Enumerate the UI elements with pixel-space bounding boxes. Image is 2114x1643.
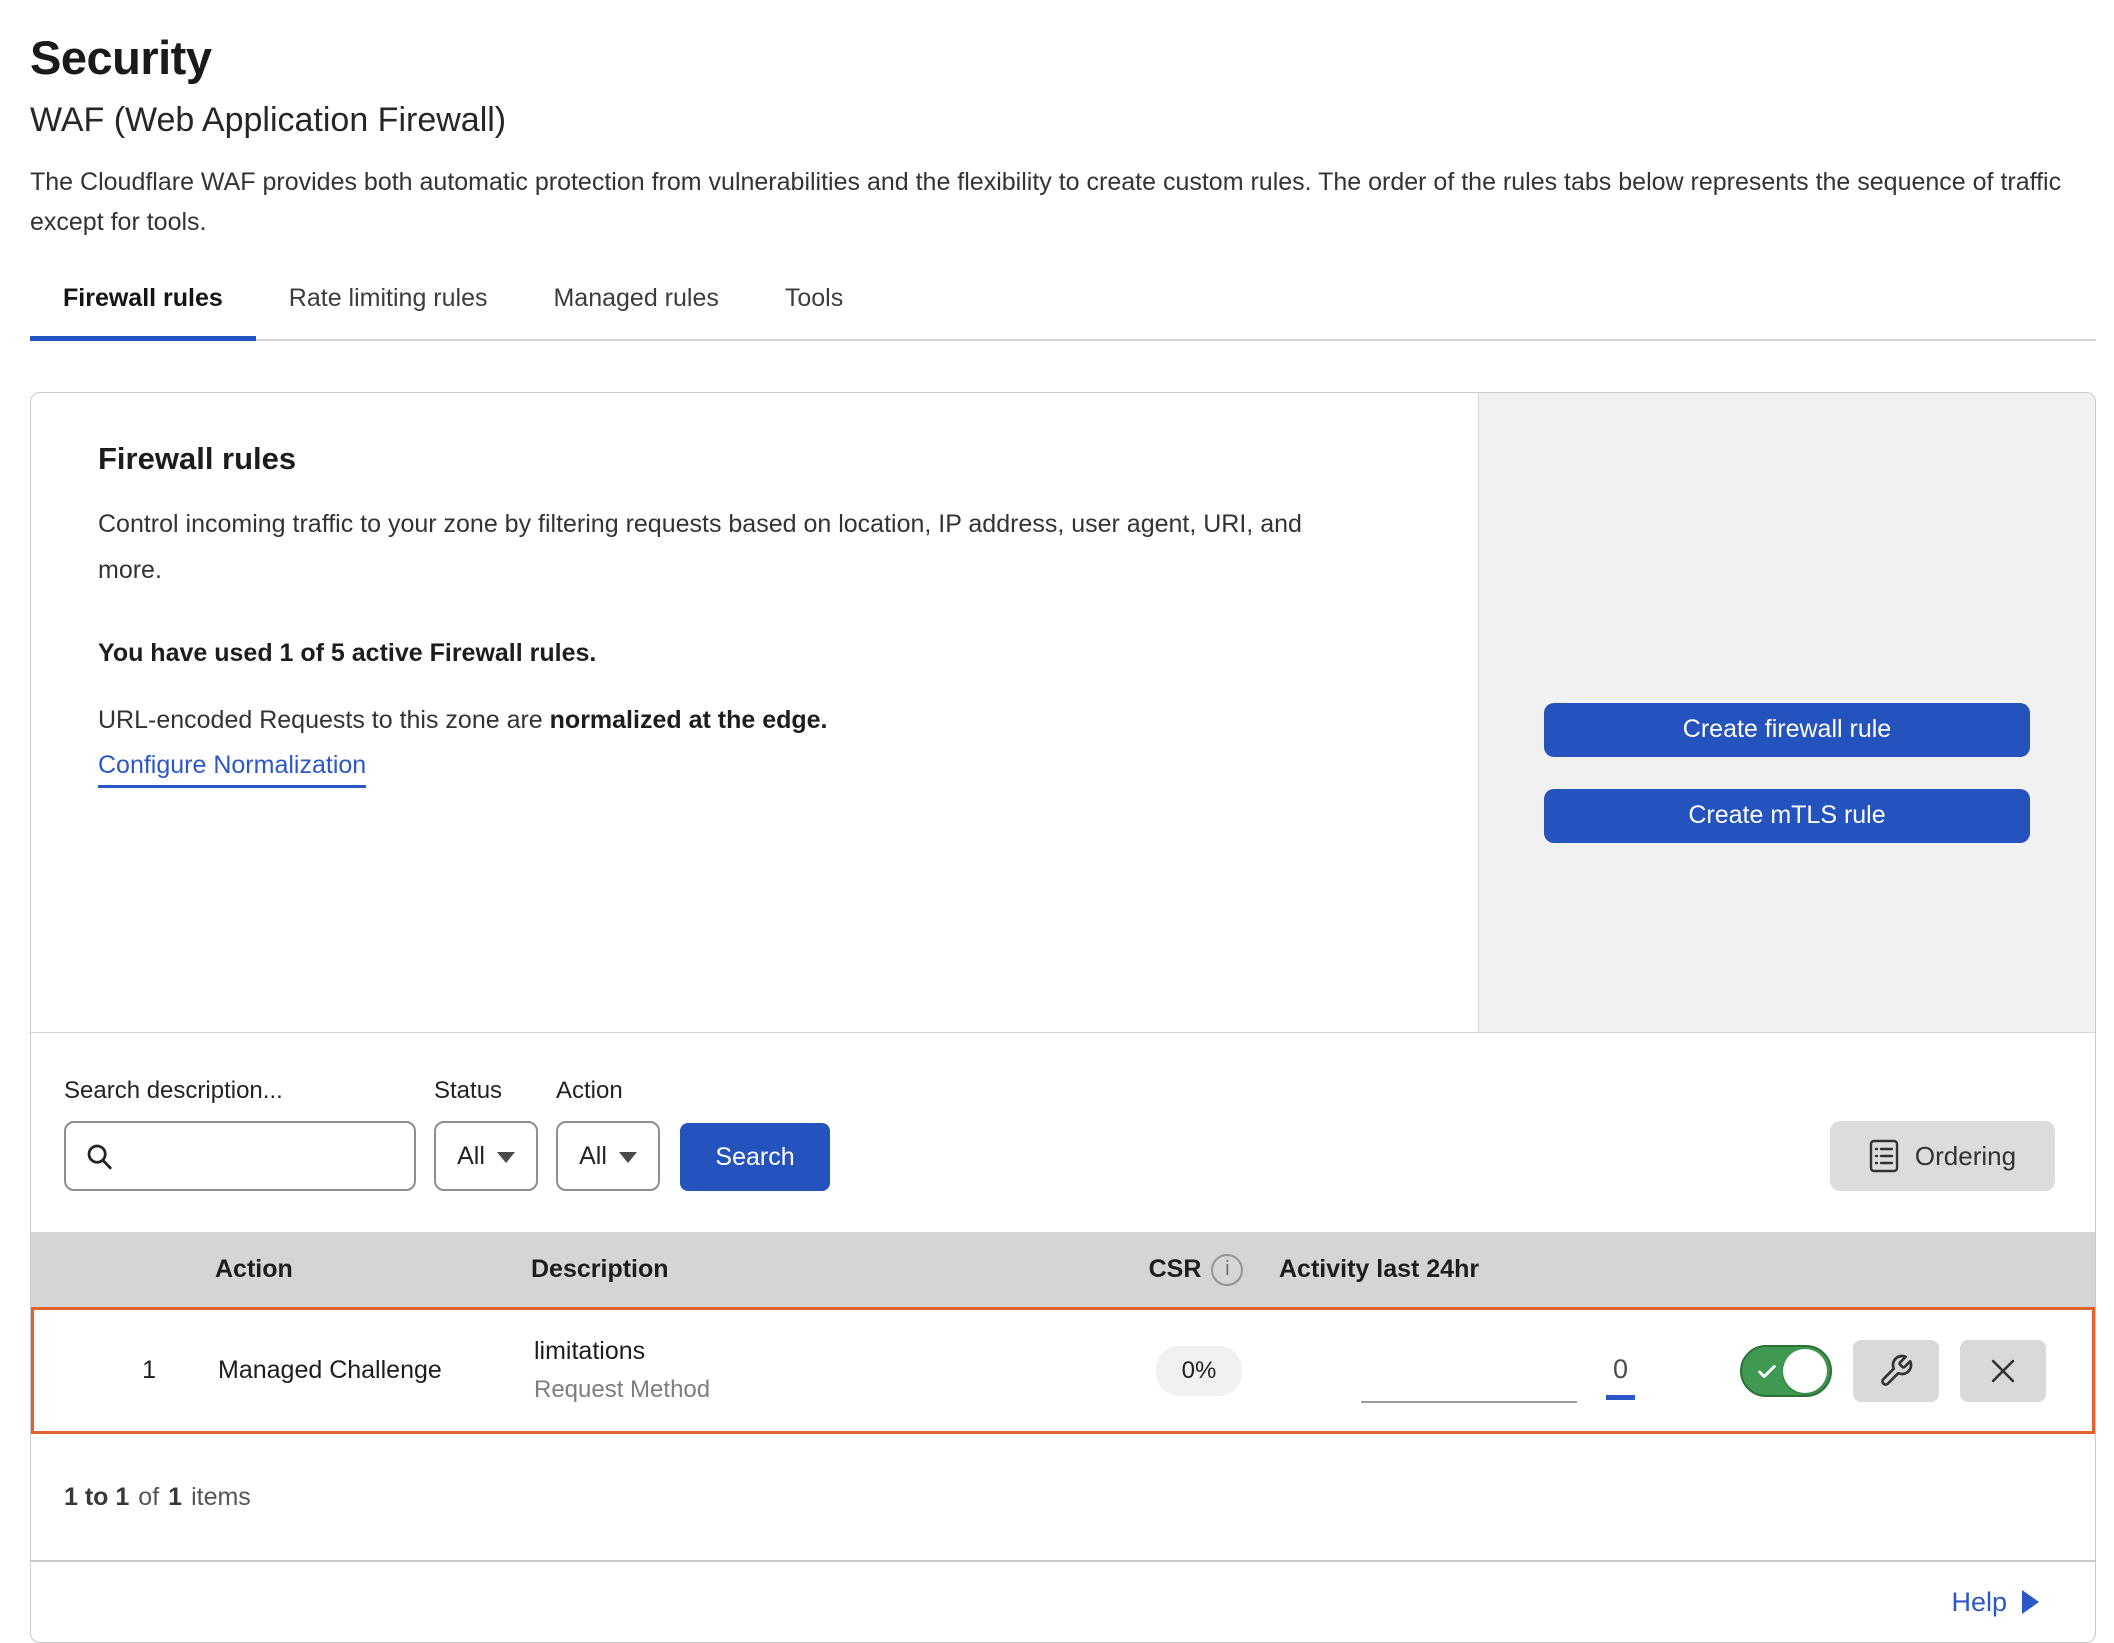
table-header: Action Description CSR Activity last 24h… [31,1232,2095,1307]
configure-normalization-link[interactable]: Configure Normalization [98,751,366,788]
ordering-button[interactable]: Ordering [1830,1121,2055,1191]
ordering-list-icon [1869,1139,1899,1173]
activity-count-link[interactable]: 0 [1606,1354,1635,1400]
status-select[interactable]: All [434,1121,538,1191]
tab-managed-rules[interactable]: Managed rules [520,284,751,339]
help-arrow-icon [2022,1590,2039,1614]
usage-text: You have used 1 of 5 active Firewall rul… [98,639,1418,668]
col-header-action: Action [181,1255,531,1284]
search-label: Search description... [64,1077,416,1105]
chevron-down-icon [619,1152,637,1163]
normalization-prefix: URL-encoded Requests to this zone are [98,706,550,734]
create-firewall-rule-button[interactable]: Create firewall rule [1544,703,2030,757]
rule-description-cell: limitations Request Method [534,1337,1124,1404]
action-filter-group: Action All [556,1077,660,1191]
csr-header-label: CSR [1149,1255,1202,1284]
check-icon [1755,1361,1779,1383]
col-header-activity: Activity last 24hr [1271,1255,1711,1284]
action-select[interactable]: All [556,1121,660,1191]
firewall-rule-row[interactable]: 1 Managed Challenge limitations Request … [31,1307,2095,1434]
chevron-down-icon [497,1152,515,1163]
rule-enabled-toggle[interactable] [1740,1345,1832,1397]
page-description: The Cloudflare WAF provides both automat… [30,162,2082,242]
page-title: Security [30,30,2096,85]
rule-action: Managed Challenge [184,1356,534,1385]
rule-description-sub: Request Method [534,1376,1124,1404]
search-input[interactable] [114,1123,460,1189]
wrench-icon [1878,1353,1914,1389]
search-icon [84,1141,114,1171]
info-icon[interactable] [1211,1254,1243,1286]
search-button[interactable]: Search [680,1123,830,1191]
delete-rule-button[interactable] [1960,1340,2046,1402]
col-header-description: Description [531,1255,1121,1284]
tab-tools[interactable]: Tools [752,284,876,339]
col-header-csr: CSR [1121,1254,1271,1286]
page-subtitle: WAF (Web Application Firewall) [30,101,2096,140]
normalization-text: URL-encoded Requests to this zone are no… [98,706,1418,735]
create-mtls-rule-button[interactable]: Create mTLS rule [1544,789,2030,843]
status-label: Status [434,1077,538,1105]
activity-sparkline [1361,1401,1577,1403]
help-link[interactable]: Help [1951,1587,2039,1618]
overview-text-block: Firewall rules Control incoming traffic … [31,393,1478,1032]
items-of: of [138,1483,159,1512]
status-filter-group: Status All [434,1077,538,1191]
items-range: 1 to 1 [64,1483,129,1512]
search-input-box [64,1121,416,1191]
card-overview-section: Firewall rules Control incoming traffic … [31,393,2095,1033]
help-row: Help [31,1560,2095,1642]
edit-rule-button[interactable] [1853,1340,1939,1402]
table-footer: 1 to 1 of 1 items [31,1434,2095,1560]
rule-csr-cell: 0% [1124,1346,1274,1396]
items-word: items [191,1483,251,1512]
action-select-value: All [579,1142,607,1171]
close-icon [1986,1354,2020,1388]
card-description: Control incoming traffic to your zone by… [98,501,1338,593]
toggle-knob [1783,1349,1827,1393]
csr-badge: 0% [1156,1346,1243,1396]
search-filter-group: Search description... [64,1077,416,1191]
action-label: Action [556,1077,660,1105]
help-label: Help [1951,1587,2007,1618]
items-total: 1 [168,1483,182,1512]
rule-order: 1 [34,1356,184,1385]
ordering-button-label: Ordering [1915,1141,2016,1172]
rule-controls [1714,1340,2092,1402]
waf-tabs: Firewall rules Rate limiting rules Manag… [30,284,2096,341]
status-select-value: All [457,1142,485,1171]
filter-bar: Search description... Status All Action [31,1033,2095,1232]
tab-firewall-rules[interactable]: Firewall rules [30,284,256,339]
rule-description: limitations [534,1337,1124,1366]
card-heading: Firewall rules [98,441,1418,477]
normalization-bold: normalized at the edge. [550,706,828,734]
rule-activity-cell: 0 [1274,1310,1714,1431]
tab-rate-limiting-rules[interactable]: Rate limiting rules [256,284,521,339]
security-waf-page: Security WAF (Web Application Firewall) … [0,0,2114,1643]
firewall-rules-card: Firewall rules Control incoming traffic … [30,392,2096,1643]
create-rules-panel: Create firewall rule Create mTLS rule [1478,393,2095,1032]
